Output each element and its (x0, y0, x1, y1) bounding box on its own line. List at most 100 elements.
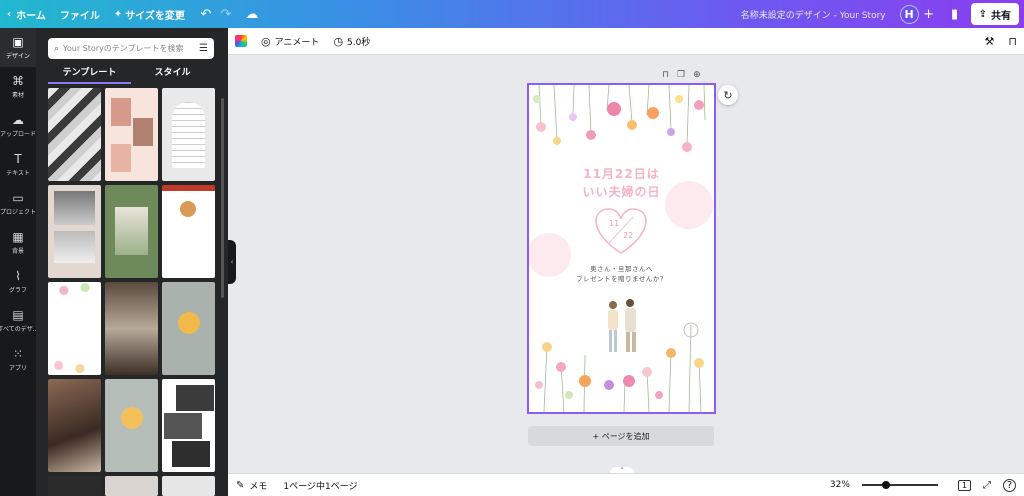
redo-icon[interactable]: ↷ (216, 4, 236, 24)
design-icon: ▣ (12, 35, 24, 49)
chevron-left-icon: ‹ (7, 8, 12, 20)
folder-icon: ▭ (12, 191, 24, 205)
page-indicator[interactable]: 1ページ中1ページ (283, 479, 357, 492)
rail-item-uploads[interactable]: ☁ アップロード (0, 106, 36, 145)
elements-icon: ⌘ (12, 74, 24, 88)
panel-scrollbar[interactable] (221, 98, 224, 298)
rail-item-projects[interactable]: ▭ プロジェクト (0, 184, 36, 223)
rail-item-charts[interactable]: ⌇ グラフ (0, 262, 36, 301)
page-count-button[interactable]: 1 (957, 479, 971, 491)
template-thumbnail[interactable] (48, 379, 101, 472)
grid-icon: ▤ (12, 308, 24, 322)
share-button[interactable]: ⇪ 共有 (970, 3, 1019, 25)
search-icon: ⌕ (54, 43, 60, 54)
template-thumbnail[interactable] (48, 476, 101, 496)
template-thumbnail[interactable] (105, 185, 158, 278)
undo-icon[interactable]: ↶ (196, 4, 216, 24)
template-search[interactable]: ⌕ ☰ (48, 38, 214, 59)
headline-line2[interactable]: いい夫婦の日 (529, 183, 714, 200)
help-icon[interactable]: ? (1003, 478, 1016, 492)
add-page-icon[interactable]: ⊕ (693, 70, 701, 80)
home-button[interactable]: ‹ ホーム (0, 0, 53, 28)
zoom-value[interactable]: 32% (830, 480, 850, 490)
apps-icon: ⁙ (12, 347, 24, 361)
home-label: ホーム (16, 10, 46, 22)
resize-label: サイズを変更 (125, 10, 185, 22)
editor-toolbar: ◎ アニメート ◷ 5.0秒 ⚒ ⊓ (228, 28, 1024, 55)
template-thumbnail[interactable] (48, 185, 101, 278)
rail-label: 背景 (11, 248, 24, 255)
add-page-button[interactable]: + ページを追加 (528, 426, 714, 446)
canvas-area: ⊓ ❐ ⊕ 11月22日は いい夫婦の日 11 22 奥さん・旦那さんへ プレゼ… (228, 55, 1024, 473)
floral-decoration (529, 85, 713, 412)
template-thumbnail[interactable] (162, 476, 215, 496)
chart-icon: ⌇ (15, 269, 21, 283)
side-rail: ▣ デザイン ⌘ 素材 ☁ アップロード T テキスト ▭ プロジェクト ▦ 背… (0, 28, 39, 496)
lock-page-icon[interactable]: ⊓ (662, 70, 669, 80)
lock-icon[interactable]: ⊓ (1008, 35, 1017, 48)
top-bar: ‹ ホーム ファイル ✦ サイズを変更 ↶ ↷ ☁ 名称未設定のデザイン - Y… (0, 0, 1024, 28)
tab-styles[interactable]: スタイル (131, 66, 214, 84)
subtext-line2[interactable]: プレゼントを贈りませんか？ (529, 273, 714, 283)
rail-item-design[interactable]: ▣ デザイン (0, 28, 36, 67)
rail-item-background[interactable]: ▦ 背景 (0, 223, 36, 262)
avatar[interactable]: H (899, 4, 919, 24)
template-grid (48, 88, 216, 496)
rail-label: デザイン (5, 53, 30, 60)
duration-button[interactable]: ◷ 5.0秒 (333, 35, 370, 48)
animate-button[interactable]: ◎ アニメート (261, 35, 319, 48)
page-actions: ⊓ ❐ ⊕ (662, 70, 701, 80)
text-icon: T (14, 152, 22, 166)
duration-label: 5.0秒 (347, 37, 371, 48)
heart-day[interactable]: 22 (623, 231, 633, 240)
subtext-line1[interactable]: 奥さん・旦那さんへ (529, 263, 714, 273)
fullscreen-icon[interactable]: ⤢ (983, 480, 991, 491)
rail-item-all-designs[interactable]: ▤ すべてのデザ... (0, 301, 39, 340)
template-thumbnail[interactable] (105, 282, 158, 375)
template-thumbnail[interactable] (105, 476, 158, 496)
heart-month[interactable]: 11 (609, 219, 619, 228)
rail-label: プロジェクト (0, 209, 37, 216)
zoom-slider[interactable] (861, 481, 938, 489)
analytics-icon[interactable]: ▮ (945, 4, 965, 24)
rail-label: すべてのデザ... (0, 326, 39, 333)
file-menu[interactable]: ファイル (53, 0, 107, 28)
refresh-icon[interactable]: ↻ (718, 85, 738, 105)
design-page[interactable]: 11月22日は いい夫婦の日 11 22 奥さん・旦那さんへ プレゼントを贈りま… (527, 83, 716, 414)
plus-icon[interactable]: + (919, 4, 939, 24)
template-thumbnail[interactable] (162, 88, 215, 181)
template-thumbnail[interactable] (162, 185, 215, 278)
sparkle-icon: ✦ (113, 8, 123, 20)
cloud-save-icon[interactable]: ☁ (242, 4, 262, 24)
share-icon: ⇪ (978, 8, 987, 20)
animate-label: アニメート (274, 37, 320, 48)
template-thumbnail[interactable] (105, 379, 158, 472)
resize-button[interactable]: ✦ サイズを変更 (107, 0, 192, 28)
background-icon: ▦ (12, 230, 24, 244)
animate-icon: ◎ (261, 34, 271, 48)
rail-label: アプリ (8, 365, 27, 372)
paint-roller-icon[interactable]: ⚒ (985, 35, 995, 48)
rail-label: テキスト (6, 170, 30, 177)
search-input[interactable] (63, 44, 184, 53)
filter-icon[interactable]: ☰ (199, 43, 208, 54)
document-title[interactable]: 名称未設定のデザイン - Your Story (741, 8, 886, 21)
notes-button[interactable]: メモ (249, 479, 267, 492)
rail-item-elements[interactable]: ⌘ 素材 (0, 67, 36, 106)
panel-tabs: テンプレート スタイル (48, 66, 214, 84)
template-thumbnail[interactable] (162, 379, 215, 472)
rail-item-apps[interactable]: ⁙ アプリ (0, 340, 36, 379)
zoom-slider-knob[interactable] (882, 481, 891, 489)
duplicate-page-icon[interactable]: ❐ (677, 70, 685, 80)
notes-icon[interactable]: ✎ (236, 480, 244, 491)
rail-label: アップロード (0, 131, 37, 138)
template-thumbnail[interactable] (162, 282, 215, 375)
tab-templates[interactable]: テンプレート (48, 66, 131, 84)
rail-item-text[interactable]: T テキスト (0, 145, 36, 184)
color-picker-icon[interactable] (235, 35, 247, 47)
headline-line1[interactable]: 11月22日は (529, 165, 714, 182)
template-thumbnail[interactable] (105, 88, 158, 181)
template-thumbnail[interactable] (48, 88, 101, 181)
template-thumbnail[interactable] (48, 282, 101, 375)
rail-label: グラフ (8, 287, 27, 294)
